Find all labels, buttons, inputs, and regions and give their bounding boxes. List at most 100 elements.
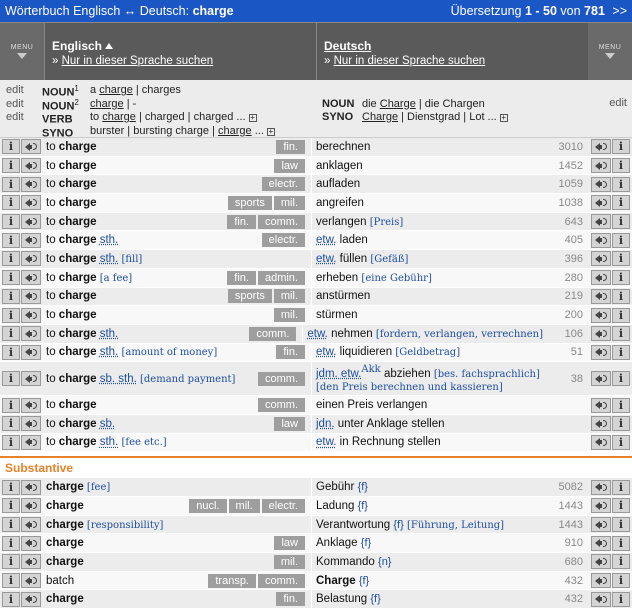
table-row[interactable]: i to charge sth. electr. etw. laden 405 i bbox=[0, 231, 632, 251]
speaker-icon[interactable] bbox=[591, 416, 611, 432]
german-term[interactable]: Ladung {f} 1443 bbox=[312, 497, 589, 515]
info-icon[interactable]: i bbox=[2, 517, 20, 533]
headword-link[interactable]: Charge bbox=[380, 98, 416, 110]
info-icon[interactable]: i bbox=[2, 397, 20, 413]
speaker-icon[interactable] bbox=[591, 307, 611, 323]
english-term[interactable]: to charge mil. bbox=[41, 306, 312, 324]
speaker-icon[interactable] bbox=[591, 591, 611, 607]
speaker-icon[interactable] bbox=[21, 371, 41, 387]
info-icon[interactable]: i bbox=[2, 498, 20, 514]
info-icon[interactable]: i bbox=[2, 158, 20, 174]
table-row[interactable]: i to charge sth. [fill] etw. füllen [Gefäß… bbox=[0, 250, 632, 269]
info-icon[interactable]: i bbox=[612, 232, 630, 248]
info-icon[interactable]: i bbox=[2, 434, 20, 450]
english-term[interactable]: to charge sth. [fee etc.] bbox=[41, 433, 312, 452]
info-icon[interactable]: i bbox=[612, 397, 630, 413]
headword-link[interactable]: Charge bbox=[362, 111, 398, 123]
table-row[interactable]: i charge mil. Kommando {n} 680 i bbox=[0, 553, 632, 572]
speaker-icon[interactable] bbox=[21, 232, 41, 248]
speaker-icon[interactable] bbox=[21, 344, 41, 360]
info-icon[interactable]: i bbox=[612, 416, 630, 432]
german-term[interactable]: etw. liquidieren [Geldbetrag] 51 bbox=[312, 344, 589, 362]
table-row[interactable]: i to charge sports mil. angreifen 1038 i bbox=[0, 194, 632, 213]
info-icon[interactable]: i bbox=[612, 195, 630, 211]
speaker-icon[interactable] bbox=[591, 270, 611, 286]
speaker-icon[interactable] bbox=[591, 479, 611, 495]
speaker-icon[interactable] bbox=[21, 288, 41, 304]
speaker-icon[interactable] bbox=[591, 326, 611, 342]
info-icon[interactable]: i bbox=[2, 176, 20, 192]
speaker-icon[interactable] bbox=[591, 195, 611, 211]
info-icon[interactable]: i bbox=[2, 288, 20, 304]
english-term[interactable]: to charge fin. bbox=[41, 138, 312, 156]
speaker-icon[interactable] bbox=[21, 270, 41, 286]
expand-icon[interactable]: + bbox=[266, 127, 275, 136]
german-term[interactable]: berechnen 3010 bbox=[312, 138, 589, 156]
german-term[interactable]: stürmen 200 bbox=[312, 306, 589, 324]
info-icon[interactable]: i bbox=[612, 344, 630, 360]
speaker-icon[interactable] bbox=[591, 517, 611, 533]
english-term[interactable]: batch transp. comm. bbox=[41, 571, 312, 590]
info-icon[interactable]: i bbox=[2, 573, 20, 589]
info-icon[interactable]: i bbox=[2, 307, 20, 323]
english-term[interactable]: to charge sb. sth. [demand payment] comm. bbox=[41, 362, 312, 396]
expand-icon[interactable]: + bbox=[248, 114, 257, 122]
info-icon[interactable]: i bbox=[2, 416, 20, 432]
info-icon[interactable]: i bbox=[612, 307, 630, 323]
info-icon[interactable]: i bbox=[612, 554, 630, 570]
speaker-icon[interactable] bbox=[591, 535, 611, 551]
table-row[interactable]: i batch transp. comm. Charge {f} 432 i bbox=[0, 571, 632, 591]
speaker-icon[interactable] bbox=[21, 195, 41, 211]
speaker-icon[interactable] bbox=[591, 251, 611, 267]
headword-link[interactable]: charge bbox=[102, 111, 136, 123]
info-icon[interactable]: i bbox=[612, 371, 630, 387]
table-row[interactable]: i charge fin. Belastung {f} 432 i bbox=[0, 590, 632, 610]
info-icon[interactable]: i bbox=[612, 479, 630, 495]
english-term[interactable]: to charge sth. [amount of money] fin. bbox=[41, 343, 312, 362]
speaker-icon[interactable] bbox=[591, 434, 611, 450]
speaker-icon[interactable] bbox=[21, 158, 41, 174]
info-icon[interactable]: i bbox=[612, 158, 630, 174]
info-icon[interactable]: i bbox=[2, 535, 20, 551]
search-german-only-link[interactable]: Nur in dieser Sprache suchen bbox=[334, 55, 486, 67]
german-term[interactable]: erheben [eine Gebühr] 280 bbox=[312, 269, 589, 287]
info-icon[interactable]: i bbox=[612, 214, 630, 230]
info-icon[interactable]: i bbox=[2, 591, 20, 607]
speaker-icon[interactable] bbox=[591, 158, 611, 174]
info-icon[interactable]: i bbox=[2, 270, 20, 286]
german-term[interactable]: etw. laden 405 bbox=[312, 231, 589, 249]
german-term[interactable]: etw. nehmen [fordern, verlangen, verrech… bbox=[303, 325, 589, 343]
german-term[interactable]: verlangen [Preis] 643 bbox=[312, 213, 589, 231]
german-term[interactable]: etw. füllen [Gefäß] 396 bbox=[312, 250, 589, 268]
english-term[interactable]: to charge sth. [fill] bbox=[41, 250, 312, 268]
english-term[interactable]: charge fin. bbox=[41, 590, 312, 609]
table-row[interactable]: i to charge law anklagen 1452 i bbox=[0, 156, 632, 176]
speaker-icon[interactable] bbox=[21, 554, 41, 570]
english-term[interactable]: to charge comm. bbox=[41, 396, 312, 414]
speaker-icon[interactable] bbox=[591, 176, 611, 192]
info-icon[interactable]: i bbox=[2, 232, 20, 248]
speaker-icon[interactable] bbox=[591, 344, 611, 360]
info-icon[interactable]: i bbox=[2, 326, 20, 342]
english-term[interactable]: to charge fin. comm. bbox=[41, 212, 312, 231]
info-icon[interactable]: i bbox=[612, 517, 630, 533]
info-icon[interactable]: i bbox=[612, 573, 630, 589]
english-term[interactable]: to charge [a fee] fin. admin. bbox=[41, 268, 312, 287]
headword-link[interactable]: charge bbox=[218, 125, 252, 137]
speaker-icon[interactable] bbox=[591, 371, 611, 387]
info-icon[interactable]: i bbox=[2, 195, 20, 211]
speaker-icon[interactable] bbox=[21, 591, 41, 607]
info-icon[interactable]: i bbox=[612, 591, 630, 607]
table-row[interactable]: i to charge fin. berechnen 3010 i bbox=[0, 138, 632, 157]
table-row[interactable]: i to charge comm. einen Preis verlangen i bbox=[0, 396, 632, 415]
sort-english-link[interactable]: Englisch bbox=[52, 39, 310, 53]
table-row[interactable]: i charge law Anklage {f} 910 i bbox=[0, 534, 632, 554]
edit-link[interactable]: edit bbox=[6, 111, 42, 125]
table-row[interactable]: i to charge sports mil. anstürmen 219 i bbox=[0, 287, 632, 307]
german-term[interactable]: aufladen 1059 bbox=[312, 175, 589, 193]
speaker-icon[interactable] bbox=[21, 498, 41, 514]
english-term[interactable]: charge law bbox=[41, 534, 312, 553]
speaker-icon[interactable] bbox=[21, 214, 41, 230]
info-icon[interactable]: i bbox=[612, 535, 630, 551]
speaker-icon[interactable] bbox=[21, 416, 41, 432]
